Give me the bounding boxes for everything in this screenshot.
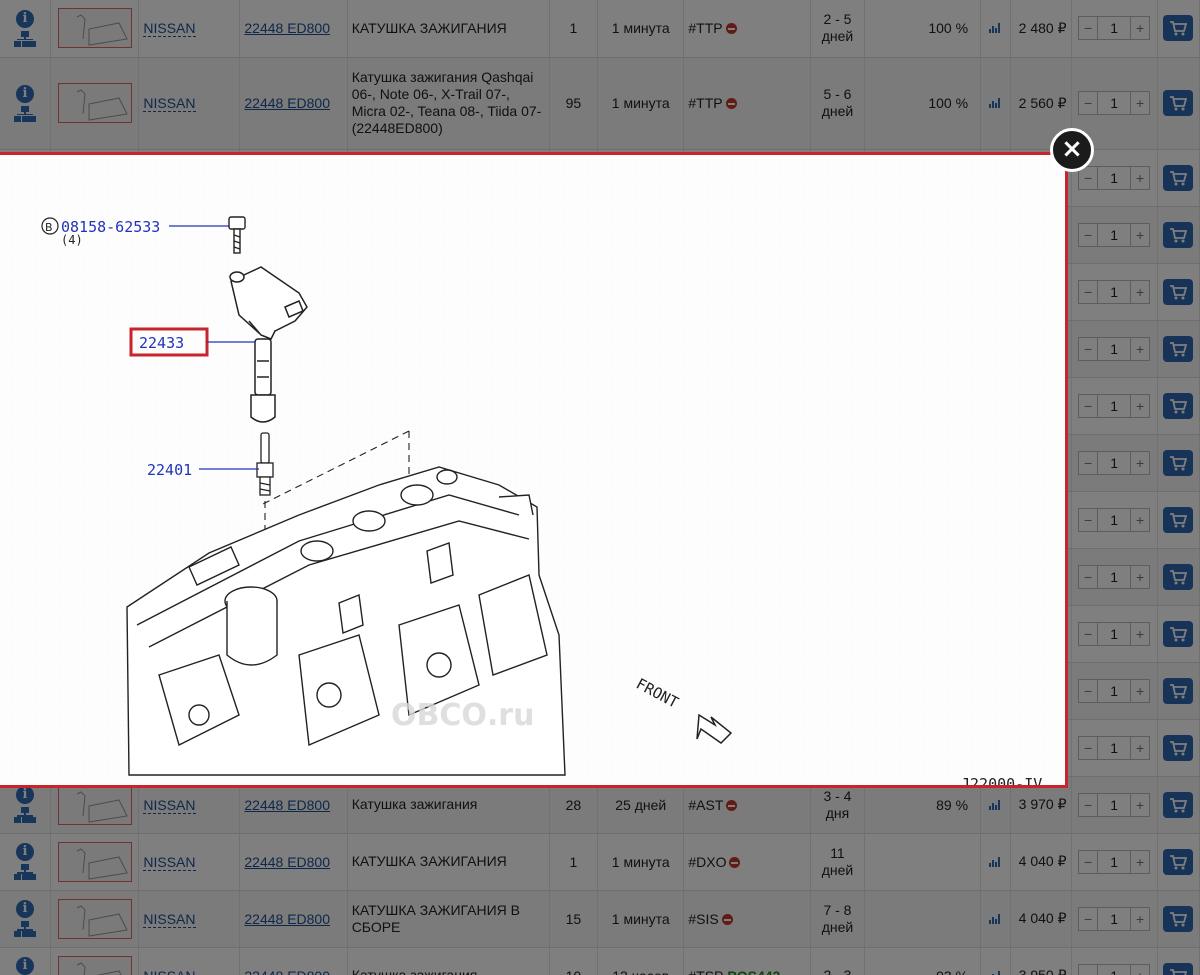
- spark-plug-part-code[interactable]: 22401: [147, 461, 192, 479]
- close-modal-button[interactable]: ×: [1050, 128, 1094, 172]
- bolt-quantity: (4): [61, 233, 83, 247]
- drawing-id: J22000-IV: [961, 775, 1042, 785]
- image-modal: B 08158-62533 (4) 22433 22401 ОВСО.ru FR…: [0, 152, 1068, 788]
- parts-diagram: B 08158-62533 (4) 22433 22401 ОВСО.ru FR…: [0, 155, 1065, 785]
- coil-part-code[interactable]: 22433: [139, 334, 184, 352]
- close-icon: ×: [1061, 134, 1083, 164]
- bolt-marker-label: B: [45, 221, 53, 234]
- watermark: ОВСО.ru: [391, 698, 534, 733]
